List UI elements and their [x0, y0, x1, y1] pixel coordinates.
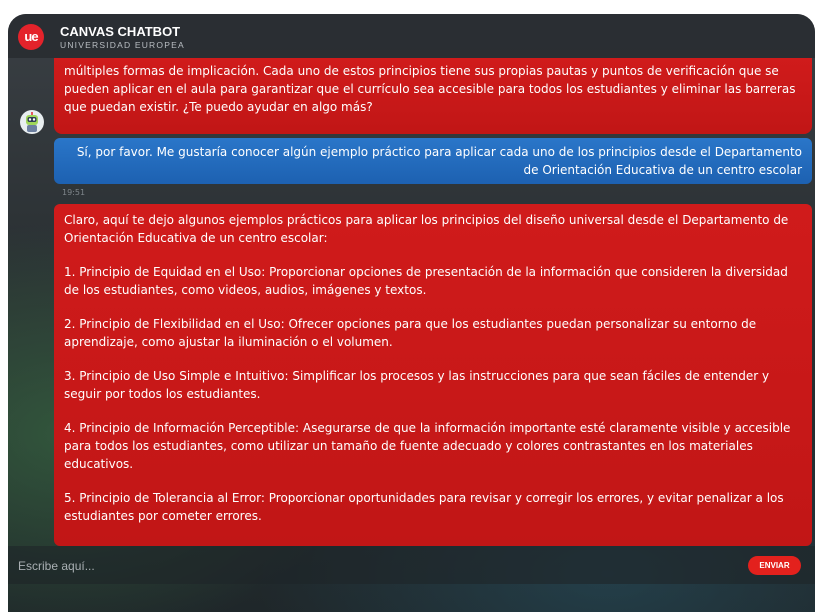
- send-button[interactable]: ENVIAR: [748, 556, 801, 575]
- chat-title: CANVAS CHATBOT: [60, 24, 181, 39]
- robot-avatar-icon: [20, 110, 44, 134]
- bot-message-paragraph: 4. Principio de Información Perceptible:…: [64, 421, 791, 471]
- bot-message-paragraph: Claro, aquí te dejo algunos ejemplos prá…: [64, 213, 789, 245]
- message-input[interactable]: [16, 552, 740, 580]
- bot-message: múltiples formas de implicación. Cada un…: [54, 58, 812, 134]
- message-timestamp: 19:51: [62, 188, 86, 197]
- chat-header: ue CANVAS CHATBOT UNIVERSIDAD EUROPEA: [8, 14, 815, 58]
- chat-subtitle: UNIVERSIDAD EUROPEA: [60, 40, 185, 50]
- bot-message-paragraph: 2. Principio de Flexibilidad en el Uso: …: [64, 317, 757, 349]
- universidad-europea-logo: ue: [18, 24, 44, 50]
- bot-message-paragraph: 1. Principio de Equidad en el Uso: Propo…: [64, 265, 788, 297]
- bot-message-paragraph: 5. Principio de Tolerancia al Error: Pro…: [64, 491, 784, 523]
- user-message: Sí, por favor. Me gustaría conocer algún…: [54, 138, 812, 184]
- bot-message-examples: Claro, aquí te dejo algunos ejemplos prá…: [54, 204, 812, 546]
- message-input-bar: ENVIAR: [8, 546, 815, 584]
- bot-message-paragraph: 3. Principio de Uso Simple e Intuitivo: …: [64, 369, 770, 401]
- chatbot-window: ue CANVAS CHATBOT UNIVERSIDAD EUROPEA mú…: [8, 14, 815, 612]
